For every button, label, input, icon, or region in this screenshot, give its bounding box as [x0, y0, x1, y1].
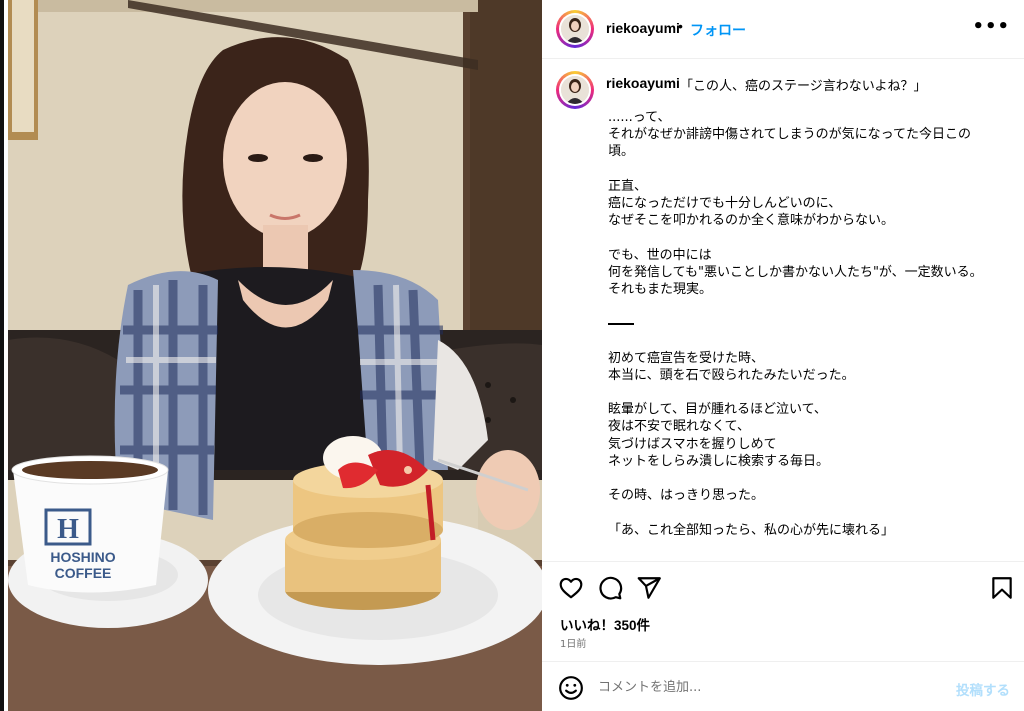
caption-line: 初めて癌宣告を受けた時、 — [608, 350, 765, 366]
svg-text:H: H — [57, 514, 79, 545]
caption-text: ......って、それがなぜか誹謗中傷されてしまうのが気になってた今日この 頃。正… — [608, 109, 1008, 539]
caption-line: それがなぜか誹謗中傷されてしまうのが気になってた今日この — [608, 127, 971, 143]
caption-line: 気づけばスマホを握りしめて — [608, 436, 777, 452]
caption-line: 何を発信しても"悪いことしか書かない人たち"が、一定数いる。 — [608, 264, 983, 280]
post-username[interactable]: riekoayumi — [606, 20, 680, 36]
likes-count[interactable]: いいね！350件 — [560, 614, 650, 634]
more-icon[interactable]: ••• — [972, 16, 1010, 37]
caption-line: でも、世の中には — [608, 247, 712, 263]
emoji-icon[interactable] — [558, 675, 584, 701]
separator-dot: • — [678, 18, 683, 34]
caption-line: 正直、 — [608, 178, 648, 194]
avatar[interactable] — [556, 10, 594, 48]
caption-divider: —— — [608, 315, 1008, 332]
caption-username[interactable]: riekoayumi — [606, 75, 680, 91]
post-header: riekoayumi • フォロー ••• — [542, 0, 1024, 59]
caption-first-line: 「この人、癌のステージ言わないよね？」 — [680, 79, 927, 94]
svg-text:COFFEE: COFFEE — [55, 565, 112, 581]
svg-text:HOSHINO: HOSHINO — [50, 549, 115, 565]
caption-line: 夜は不安で眠れなくて、 — [608, 419, 750, 435]
caption-line: なぜそこを叩かれるのか全く意味がわからない。 — [608, 213, 895, 229]
caption-line: 眩暈がして、目が腫れるほど泣いて、 — [608, 402, 827, 418]
post-comment-button[interactable]: 投稿する — [956, 679, 1010, 699]
divider-line — [608, 323, 634, 325]
caption-line: それもまた現実。 — [608, 281, 713, 297]
caption-line: 頃。 — [608, 144, 635, 160]
instagram-post-modal: H HOSHINO COFFEE riekoayumi • フォロー ••• r… — [0, 0, 1024, 711]
post-timestamp[interactable]: 1日前 — [560, 635, 586, 650]
heart-icon[interactable] — [558, 575, 584, 601]
caption-line: 本当に、頭を石で殴られたみたいだった。 — [608, 367, 855, 383]
caption-line: その時、はっきり思った。 — [608, 488, 765, 504]
caption-line: 「あ、これ全部知ったら、私の心が先に壊れる」 — [608, 522, 895, 538]
caption-avatar[interactable] — [556, 71, 594, 109]
photo-illustration: H HOSHINO COFFEE — [8, 0, 542, 711]
caption-area: riekoayumi 「この人、癌のステージ言わないよね？」 ......って、… — [542, 59, 1024, 561]
comment-bar: 投稿する — [542, 661, 1024, 711]
caption-line: 癌になっただけでも十分しんどいのに、 — [608, 195, 842, 211]
comment-icon[interactable] — [597, 575, 623, 601]
avatar-image — [561, 76, 589, 104]
send-icon[interactable] — [636, 575, 662, 601]
follow-button[interactable]: フォロー — [690, 20, 746, 40]
post-photo[interactable]: H HOSHINO COFFEE — [8, 0, 542, 711]
caption-line: ......って、 — [608, 110, 671, 125]
action-bar: いいね！350件 1日前 — [542, 561, 1024, 661]
comment-input[interactable] — [598, 675, 938, 699]
bookmark-icon[interactable] — [989, 575, 1015, 601]
post-side-panel: riekoayumi • フォロー ••• riekoayumi 「この人、癌の… — [542, 0, 1024, 711]
caption-line: ネットをしらみ潰しに検索する毎日。 — [608, 453, 830, 469]
avatar-image — [561, 15, 589, 43]
